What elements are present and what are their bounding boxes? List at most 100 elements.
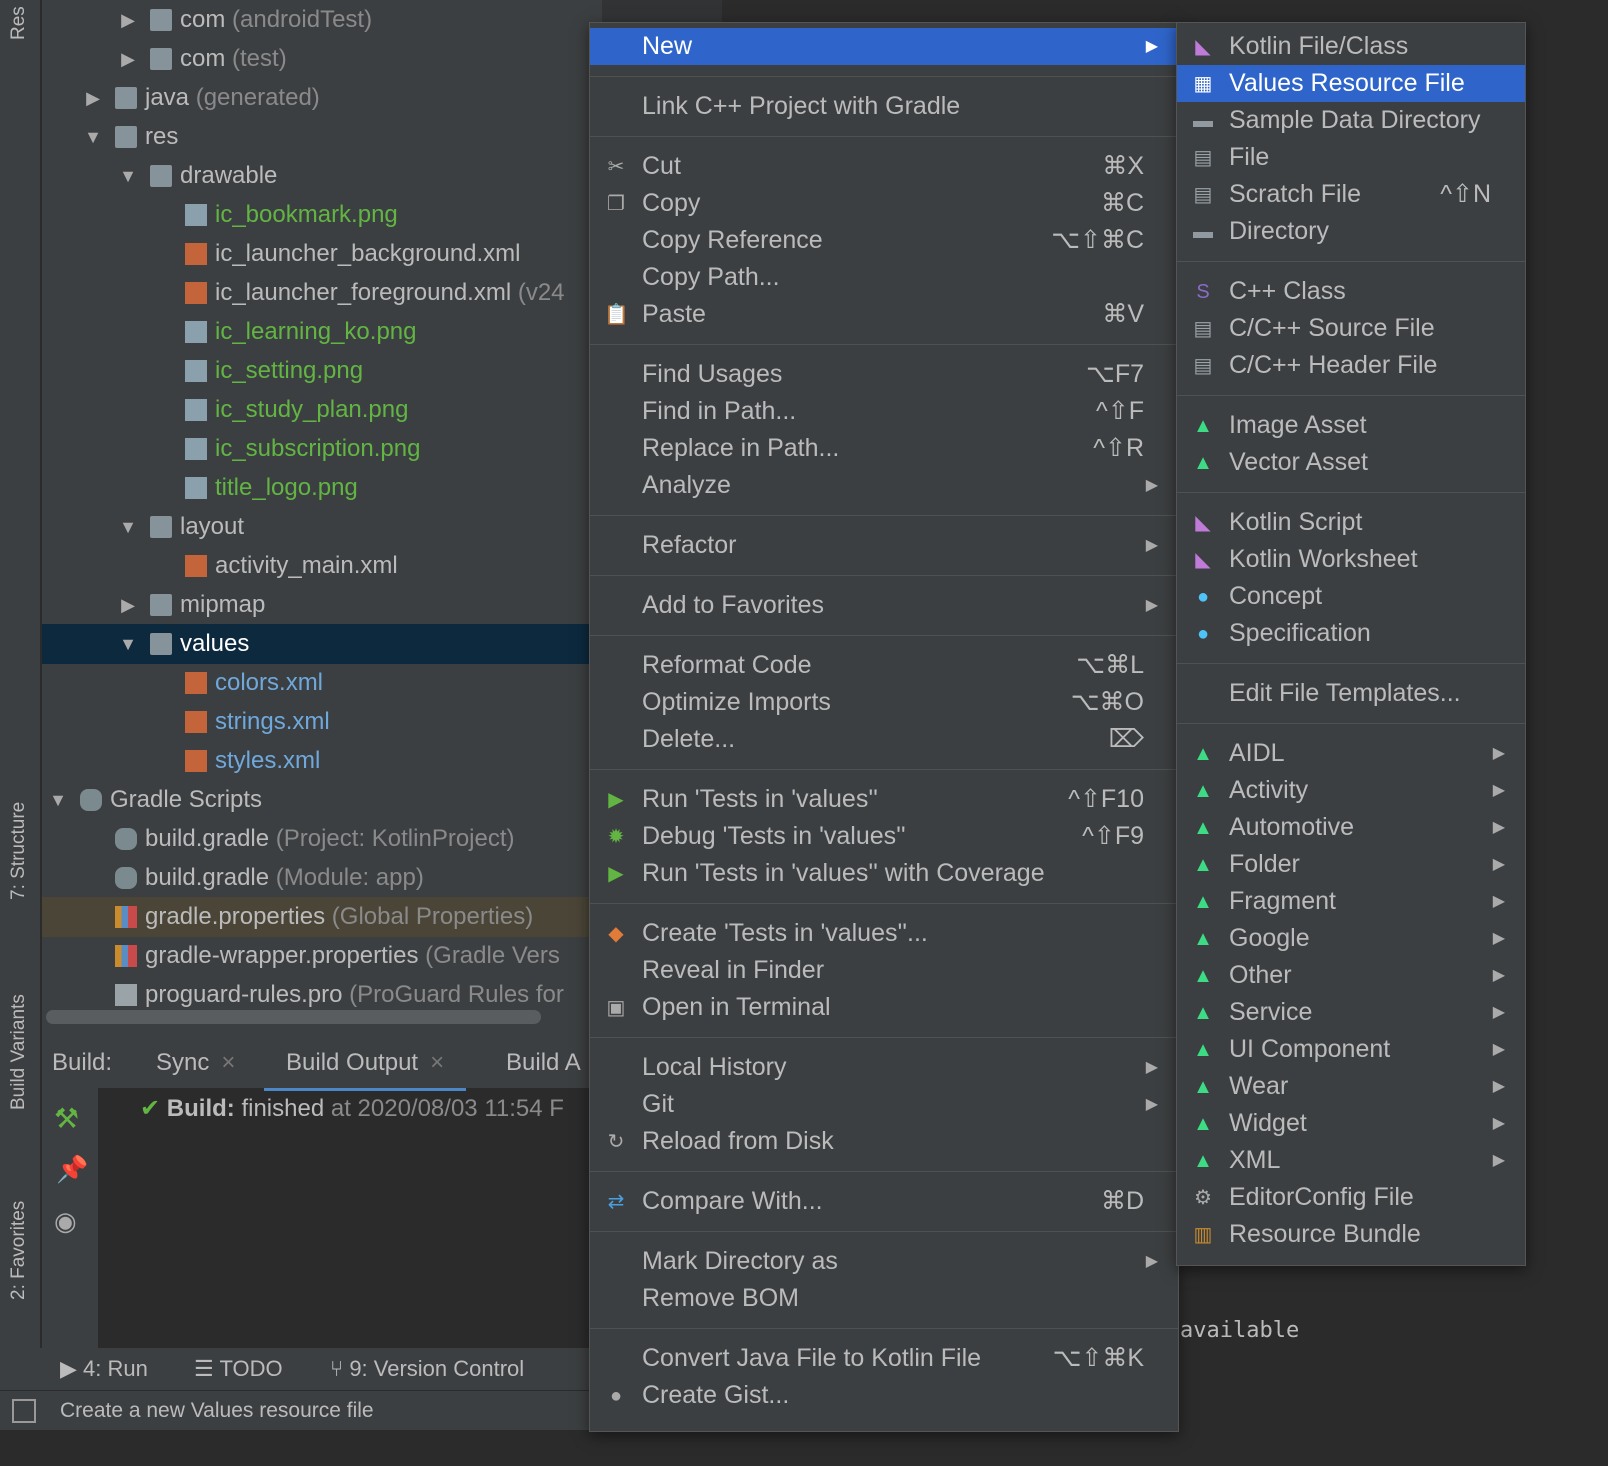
menu-item-activity[interactable]: ▲ Activity ▶ [1177,772,1525,809]
menu-item-google[interactable]: ▲ Google ▶ [1177,920,1525,957]
tree-item[interactable]: ▶ java (generated) [42,78,602,118]
menu-item-kotlin-worksheet[interactable]: ◣ Kotlin Worksheet [1177,541,1525,578]
menu-item-reformat-code[interactable]: Reformat Code ⌥⌘L [590,647,1178,684]
menu-item-c-class[interactable]: S C++ Class [1177,273,1525,310]
menu-item-ui-component[interactable]: ▲ UI Component ▶ [1177,1031,1525,1068]
tree-item[interactable]: ic_launcher_background.xml [42,234,602,274]
menu-item-cut[interactable]: ✂ Cut ⌘X [590,148,1178,185]
menu-item-create-tests-in-values[interactable]: ◆ Create 'Tests in 'values''... [590,915,1178,952]
menu-item-copy[interactable]: ❐ Copy ⌘C [590,185,1178,222]
menu-item-new[interactable]: New ▶ [590,28,1178,65]
menu-item-find-in-path[interactable]: Find in Path... ^⇧F [590,393,1178,430]
tree-item[interactable]: ic_bookmark.png [42,195,602,235]
menu-item-reload-from-disk[interactable]: ↻ Reload from Disk [590,1123,1178,1160]
menu-item-fragment[interactable]: ▲ Fragment ▶ [1177,883,1525,920]
horizontal-scrollbar[interactable] [46,1010,541,1024]
tree-item[interactable]: ic_learning_ko.png [42,312,602,352]
tree-item[interactable]: ic_launcher_foreground.xml (v24 [42,273,602,313]
menu-item-editorconfig-file[interactable]: ⚙ EditorConfig File [1177,1179,1525,1216]
menu-item-edit-file-templates[interactable]: Edit File Templates... [1177,675,1525,712]
menu-item-specification[interactable]: ● Specification [1177,615,1525,652]
menu-item-git[interactable]: Git ▶ [590,1086,1178,1123]
menu-item-local-history[interactable]: Local History ▶ [590,1049,1178,1086]
chevron-down-icon[interactable]: ▼ [117,624,139,664]
tool-run[interactable]: ▶ 4: Run [60,1356,148,1382]
tree-item[interactable]: ▼ layout [42,507,602,547]
tree-item[interactable]: title_logo.png [42,468,602,508]
menu-item-reveal-in-finder[interactable]: Reveal in Finder [590,952,1178,989]
tab-build-analyzer[interactable]: Build A [506,1040,581,1088]
menu-item-xml[interactable]: ▲ XML ▶ [1177,1142,1525,1179]
menu-item-service[interactable]: ▲ Service ▶ [1177,994,1525,1031]
build-status[interactable]: ✔ Build: finished at 2020/08/03 11:54 F [140,1094,564,1123]
menu-item-sample-data-directory[interactable]: ▬ Sample Data Directory [1177,102,1525,139]
menu-item-remove-bom[interactable]: Remove BOM [590,1280,1178,1317]
tree-item[interactable]: strings.xml [42,702,602,742]
menu-item-analyze[interactable]: Analyze ▶ [590,467,1178,504]
tree-item[interactable]: ▼ values [42,624,602,664]
menu-item-widget[interactable]: ▲ Widget ▶ [1177,1105,1525,1142]
menu-item-aidl[interactable]: ▲ AIDL ▶ [1177,735,1525,772]
chevron-right-icon[interactable]: ▶ [117,585,139,625]
menu-item-vector-asset[interactable]: ▲ Vector Asset [1177,444,1525,481]
tab-sync[interactable]: Sync × [156,1040,235,1088]
menu-item-add-to-favorites[interactable]: Add to Favorites ▶ [590,587,1178,624]
menu-item-compare-with[interactable]: ⇄ Compare With... ⌘D [590,1183,1178,1220]
tree-item[interactable]: build.gradle (Project: KotlinProject) [42,819,602,859]
menu-item-replace-in-path[interactable]: Replace in Path... ^⇧R [590,430,1178,467]
chevron-down-icon[interactable]: ▼ [117,507,139,547]
menu-item-file[interactable]: ▤ File [1177,139,1525,176]
menu-item-run-tests-in-values[interactable]: ▶ Run 'Tests in 'values'' ^⇧F10 [590,781,1178,818]
menu-item-paste[interactable]: 📋 Paste ⌘V [590,296,1178,333]
menu-item-copy-path[interactable]: Copy Path... [590,259,1178,296]
menu-item-wear[interactable]: ▲ Wear ▶ [1177,1068,1525,1105]
pin-icon[interactable]: 📌 [56,1154,88,1185]
chevron-down-icon[interactable]: ▼ [82,117,104,157]
menu-item-convert-java-file-to-kotlin-file[interactable]: Convert Java File to Kotlin File ⌥⇧⌘K [590,1340,1178,1377]
menu-item-c-c-header-file[interactable]: ▤ C/C++ Header File [1177,347,1525,384]
eye-icon[interactable]: ◉ [54,1206,77,1237]
tree-item[interactable]: ▶ com (test) [42,39,602,79]
tree-item[interactable]: gradle.properties (Global Properties) [42,897,602,937]
menu-item-c-c-source-file[interactable]: ▤ C/C++ Source File [1177,310,1525,347]
tree-item[interactable]: ic_setting.png [42,351,602,391]
menu-item-mark-directory-as[interactable]: Mark Directory as ▶ [590,1243,1178,1280]
menu-item-kotlin-script[interactable]: ◣ Kotlin Script [1177,504,1525,541]
menu-item-resource-bundle[interactable]: ▥ Resource Bundle [1177,1216,1525,1253]
menu-item-delete[interactable]: Delete... ⌦ [590,721,1178,758]
menu-item-optimize-imports[interactable]: Optimize Imports ⌥⌘O [590,684,1178,721]
tree-item[interactable]: styles.xml [42,741,602,781]
tree-item[interactable]: build.gradle (Module: app) [42,858,602,898]
chevron-right-icon[interactable]: ▶ [117,39,139,79]
tool-todo[interactable]: ☰ TODO [194,1356,283,1382]
chevron-right-icon[interactable]: ▶ [117,0,139,40]
tree-item[interactable]: ic_study_plan.png [42,390,602,430]
window-icon[interactable] [12,1399,36,1423]
tree-item[interactable]: gradle-wrapper.properties (Gradle Vers [42,936,602,976]
close-icon[interactable]: × [221,1049,235,1076]
menu-item-scratch-file[interactable]: ▤ Scratch File ^⇧N [1177,176,1525,213]
close-icon[interactable]: × [430,1049,444,1076]
menu-item-refactor[interactable]: Refactor ▶ [590,527,1178,564]
hammer-icon[interactable]: ⚒ [54,1102,79,1135]
menu-item-create-gist[interactable]: ● Create Gist... [590,1377,1178,1414]
tree-item[interactable]: activity_main.xml [42,546,602,586]
menu-item-kotlin-file-class[interactable]: ◣ Kotlin File/Class [1177,28,1525,65]
tree-item[interactable]: ▼ drawable [42,156,602,196]
menu-item-debug-tests-in-values[interactable]: ✹ Debug 'Tests in 'values'' ^⇧F9 [590,818,1178,855]
menu-item-link-c-project-with-gradle[interactable]: Link C++ Project with Gradle [590,88,1178,125]
menu-item-run-tests-in-values-with-coverage[interactable]: ▶ Run 'Tests in 'values'' with Coverage [590,855,1178,892]
tree-item[interactable]: ▼ res [42,117,602,157]
chevron-right-icon[interactable]: ▶ [82,78,104,118]
tree-item[interactable]: ▶ com (androidTest) [42,0,602,40]
tree-item[interactable]: ▼ Gradle Scripts [42,780,602,820]
menu-item-open-in-terminal[interactable]: ▣ Open in Terminal [590,989,1178,1026]
menu-item-values-resource-file[interactable]: ▦ Values Resource File [1177,65,1525,102]
menu-item-directory[interactable]: ▬ Directory [1177,213,1525,250]
menu-item-other[interactable]: ▲ Other ▶ [1177,957,1525,994]
tree-item[interactable]: colors.xml [42,663,602,703]
menu-item-folder[interactable]: ▲ Folder ▶ [1177,846,1525,883]
menu-item-image-asset[interactable]: ▲ Image Asset [1177,407,1525,444]
chevron-down-icon[interactable]: ▼ [117,156,139,196]
tree-item[interactable]: proguard-rules.pro (ProGuard Rules for [42,975,602,1015]
